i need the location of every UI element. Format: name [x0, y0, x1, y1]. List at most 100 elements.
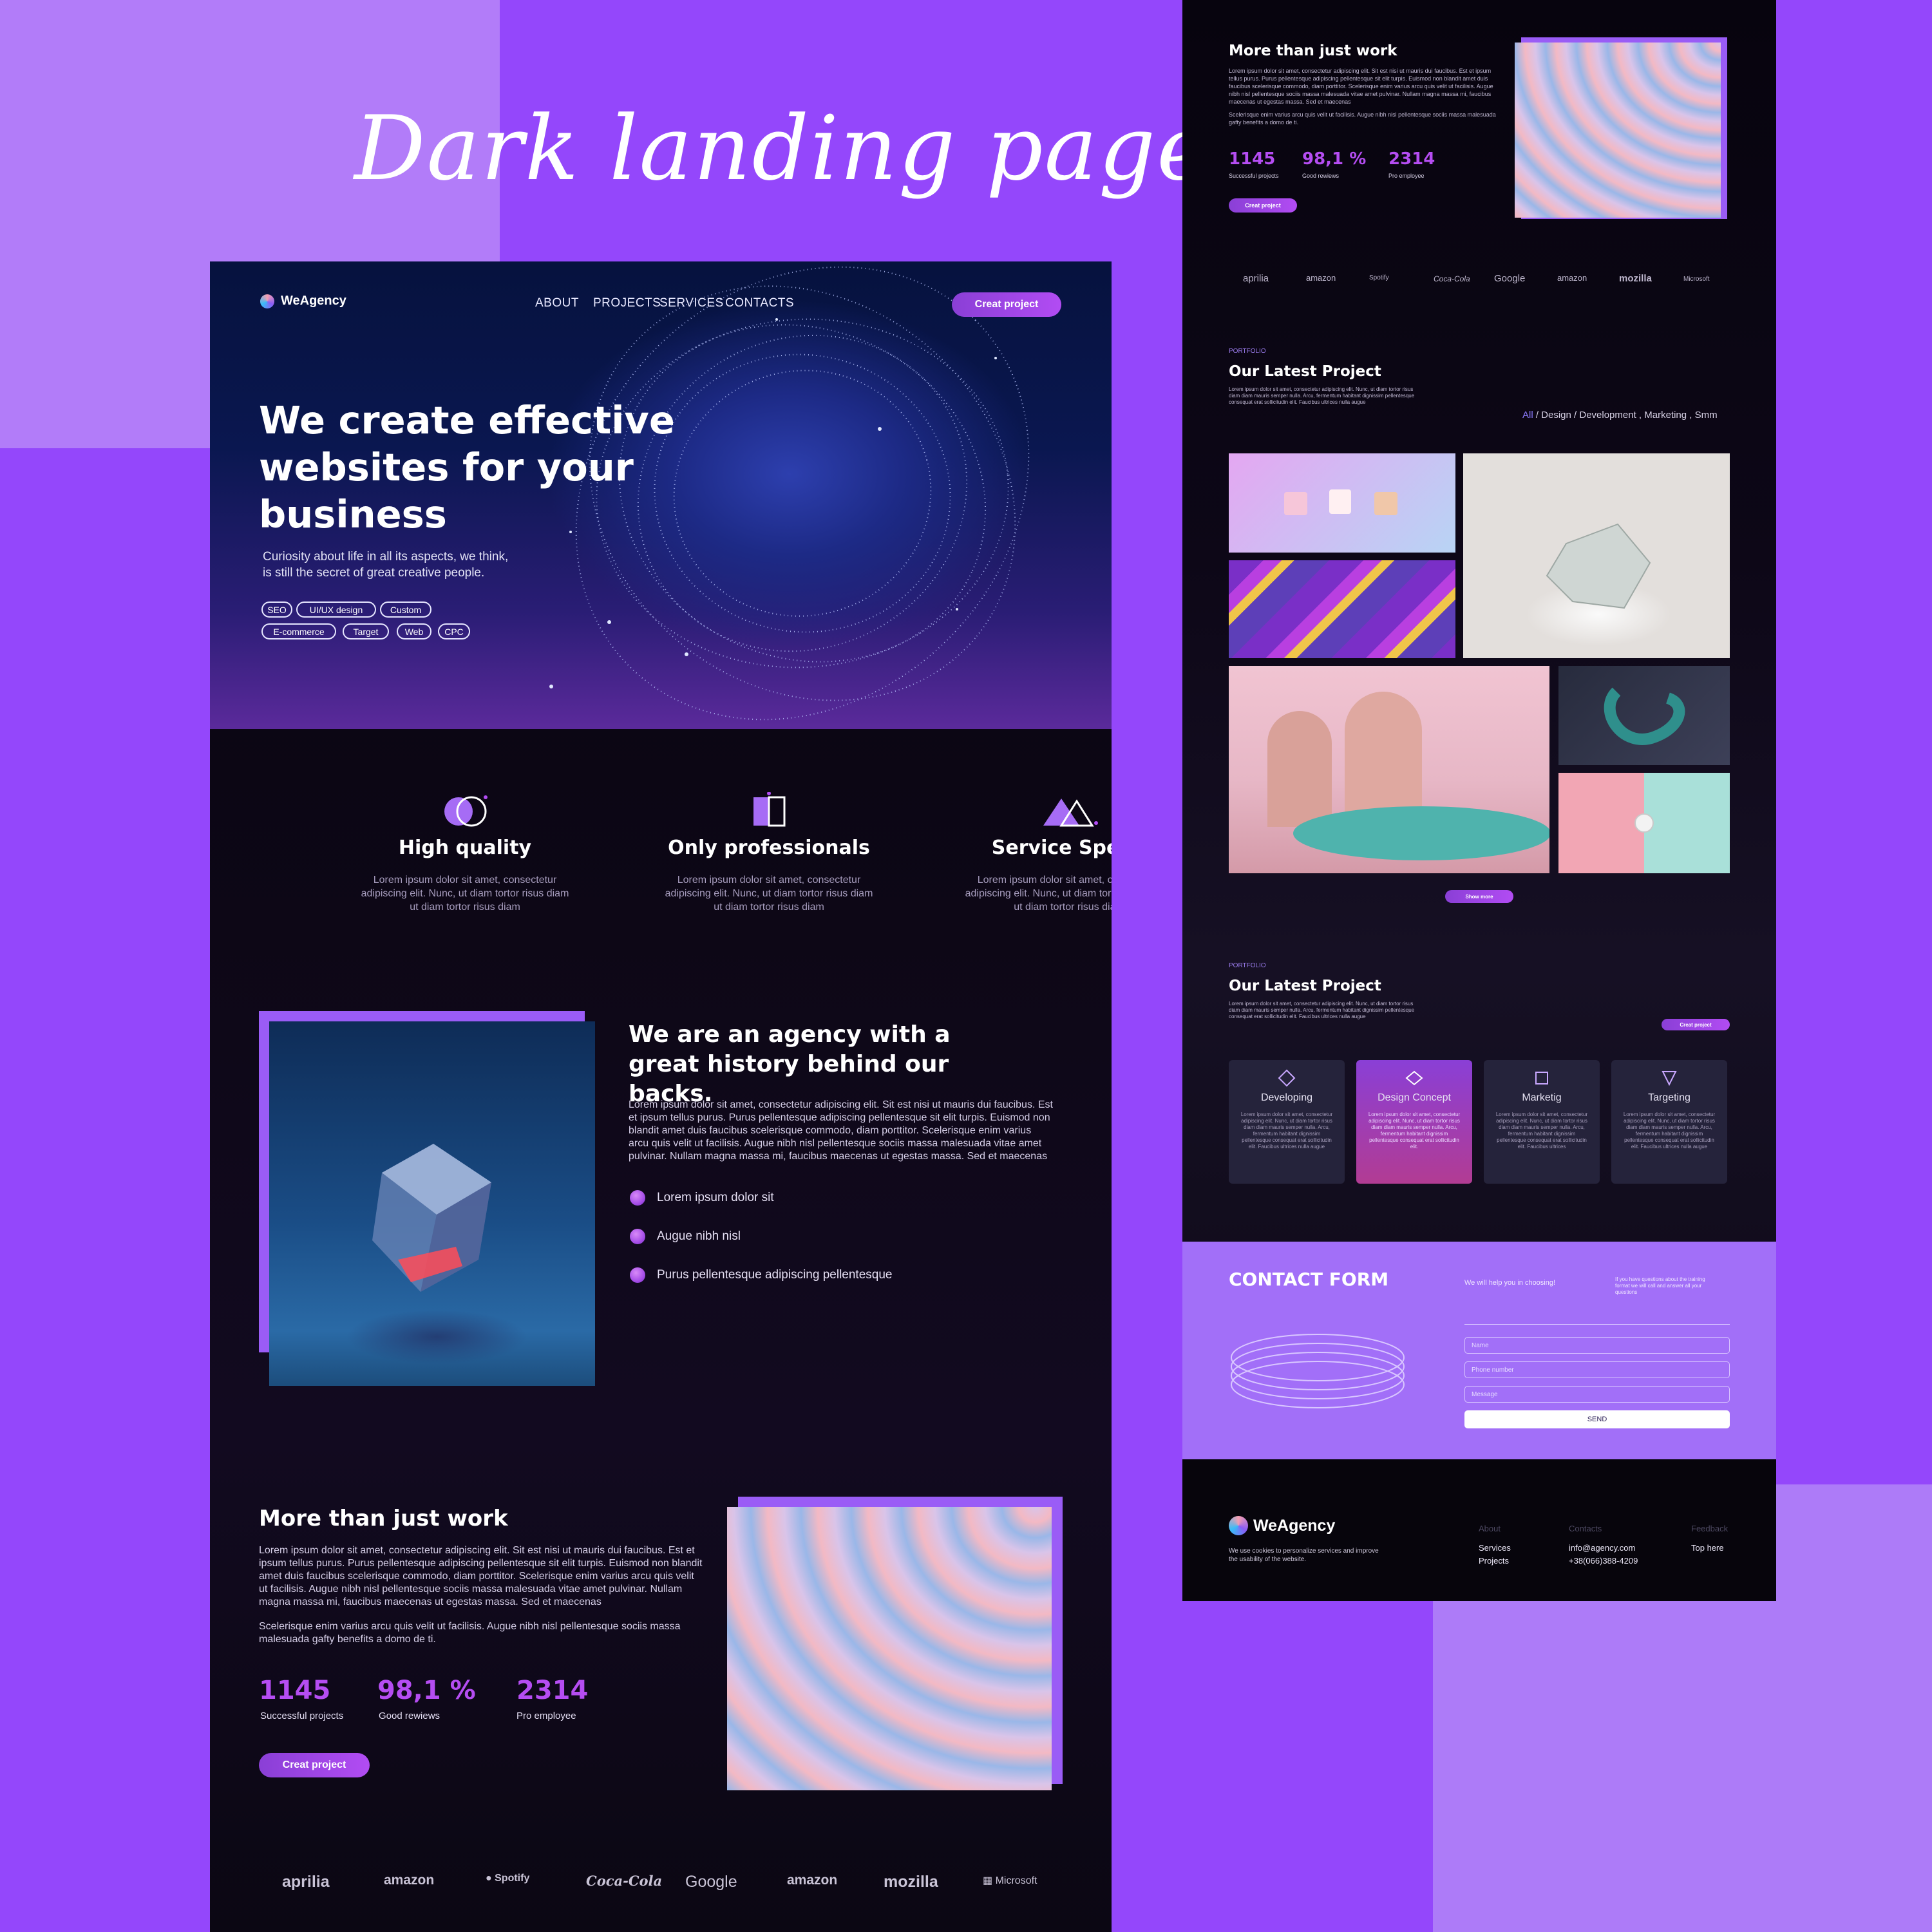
brand-name: WeAgency	[281, 294, 346, 308]
footer-email[interactable]: info@agency.com	[1569, 1543, 1635, 1553]
service-title: Design Concept	[1378, 1092, 1451, 1103]
professionals-icon	[753, 791, 786, 827]
showcase-title: Dark landing page	[354, 97, 1211, 200]
microsoft-icon: ▦	[983, 1875, 993, 1886]
bullet-text: Purus pellentesque adipiscing pellentesq…	[657, 1268, 893, 1282]
cubes-graphic	[1284, 489, 1397, 515]
stat-label: Pro employee	[516, 1710, 576, 1721]
stat-value: 2314	[516, 1676, 589, 1705]
stat-value: 1145	[259, 1676, 331, 1705]
hero-title: We create effective websites for your bu…	[259, 397, 710, 538]
portfolio-title: Our Latest Project	[1229, 363, 1381, 380]
tag-ecommerce[interactable]: E-commerce	[261, 623, 336, 639]
footer-phone[interactable]: +38(066)388-4209	[1569, 1556, 1638, 1566]
contact-title: CONTACT FORM	[1229, 1269, 1389, 1290]
tag-target[interactable]: Target	[343, 623, 389, 639]
footer-brand-name: WeAgency	[1253, 1516, 1336, 1535]
spotify-icon: ●	[486, 1873, 492, 1884]
show-more-button[interactable]: Show more	[1445, 890, 1513, 903]
contact-phone-input[interactable]: Phone number	[1464, 1361, 1730, 1378]
about-cube-image	[269, 1021, 595, 1386]
brand-cocacola: Coca-Cola	[586, 1873, 663, 1889]
stat-label: Successful projects	[260, 1710, 344, 1721]
portfolio-tile-clock[interactable]	[1558, 773, 1730, 873]
feature-text: Lorem ipsum dolor sit amet, consectetur …	[665, 875, 873, 913]
square-icon	[1535, 1072, 1548, 1084]
service-card-targeting[interactable]: Targeting Lorem ipsum dolor sit amet, co…	[1611, 1060, 1727, 1184]
portfolio-filters: All / Design / Development , Marketing ,…	[1522, 410, 1718, 421]
more-swirl-image	[727, 1507, 1052, 1790]
right-more-paragraph: Scelerisque enim varius arcu quis velit …	[1229, 111, 1496, 126]
nav-services[interactable]: SERVICES	[659, 296, 725, 310]
more-body: Lorem ipsum dolor sit amet, consectetur …	[259, 1544, 703, 1646]
hero-title-line: business	[259, 492, 447, 536]
filter-all[interactable]: All	[1522, 410, 1533, 421]
ring-graphic	[1604, 687, 1685, 745]
brand-mozilla: mozilla	[884, 1873, 938, 1891]
footer-logo[interactable]: WeAgency	[1229, 1516, 1335, 1535]
tag-seo[interactable]: SEO	[261, 601, 292, 618]
portfolio-tile-ring[interactable]	[1558, 666, 1730, 765]
footer-link-projects[interactable]: Projects	[1479, 1556, 1509, 1566]
contact-send-button[interactable]: SEND	[1464, 1410, 1730, 1428]
contact-help-text: We will help you in choosing!	[1464, 1279, 1556, 1287]
right-stat-value: 1145	[1229, 149, 1276, 169]
nav-about[interactable]: ABOUT	[535, 296, 593, 310]
portfolio-tile-cubes[interactable]	[1229, 453, 1455, 553]
footer: WeAgency We use cookies to personalize s…	[1182, 1459, 1776, 1601]
right-more-paragraph: Lorem ipsum dolor sit amet, consectetur …	[1229, 68, 1493, 105]
footer-col-head: Feedback	[1691, 1524, 1728, 1533]
contact-name-input[interactable]: Name	[1464, 1337, 1730, 1354]
tag-cpc[interactable]: CPC	[438, 623, 470, 639]
brand-logo[interactable]: WeAgency	[260, 294, 346, 308]
feature-professionals: Only professionals Lorem ipsum dolor sit…	[659, 791, 878, 914]
footer-col-head: About	[1479, 1524, 1501, 1533]
service-title: Developing	[1260, 1092, 1313, 1103]
logo-icon	[1229, 1516, 1248, 1535]
service-card-marketing[interactable]: Marketig Lorem ipsum dolor sit amet, con…	[1484, 1060, 1600, 1184]
more-create-project-button[interactable]: Creat project	[259, 1753, 370, 1777]
logo-icon	[260, 294, 274, 308]
pool-scene-graphic	[1267, 692, 1549, 860]
tag-uiux[interactable]: UI/UX design	[296, 601, 376, 618]
bullet-text: Lorem ipsum dolor sit	[657, 1191, 774, 1204]
nav-projects[interactable]: PROJECTS	[593, 296, 661, 310]
filter-categories[interactable]: / Design / Development , Marketing , Smm	[1533, 410, 1718, 421]
contact-section: CONTACT FORM We will help you in choosin…	[1182, 1242, 1776, 1459]
contact-message-input[interactable]: Message	[1464, 1386, 1730, 1403]
right-create-project-button[interactable]: Creat project	[1229, 198, 1297, 213]
portfolio-tile-stripes[interactable]	[1229, 560, 1455, 658]
nav-create-project-button[interactable]: Creat project	[952, 292, 1061, 317]
portfolio-label: PORTFOLIO	[1229, 348, 1266, 355]
right-brand: Google	[1494, 273, 1526, 284]
feature-title: High quality	[398, 837, 532, 859]
tag-web[interactable]: Web	[397, 623, 431, 639]
footer-link-services[interactable]: Services	[1479, 1543, 1511, 1553]
service-title: Targeting	[1648, 1092, 1690, 1103]
brand-label: Microsoft	[995, 1875, 1037, 1886]
bullet-text: Augue nibh nisl	[657, 1229, 741, 1243]
right-brand: Spotify	[1369, 274, 1389, 281]
landing-page-preview: More than just work Lorem ipsum dolor si…	[1182, 0, 1776, 1601]
right-more-image	[1515, 43, 1721, 218]
tag-custom[interactable]: Custom	[380, 601, 431, 618]
about-title: We are an agency with a great history be…	[629, 1021, 951, 1107]
feature-service-speed: Service Speed Lorem ipsum dolor sit amet…	[960, 792, 1112, 914]
right-brand: amazon	[1306, 273, 1336, 283]
footer-top-link[interactable]: Top here	[1691, 1543, 1724, 1553]
right-stat-value: 2314	[1388, 149, 1435, 169]
bullet-dot-icon	[630, 1190, 645, 1206]
service-card-developing[interactable]: Developing Lorem ipsum dolor sit amet, c…	[1229, 1060, 1345, 1184]
high-quality-icon	[444, 795, 488, 827]
service-card-design-concept[interactable]: Design Concept Lorem ipsum dolor sit ame…	[1356, 1060, 1472, 1184]
clock-icon	[1634, 813, 1654, 833]
service-text: Lorem ipsum dolor sit amet, consectetur …	[1495, 1112, 1588, 1150]
nav-contacts[interactable]: CONTACTS	[725, 296, 794, 310]
about-bullet: Lorem ipsum dolor sit	[630, 1190, 774, 1206]
services-create-project-button[interactable]: Creat project	[1662, 1019, 1730, 1030]
services-title: Our Latest Project	[1229, 978, 1381, 994]
portfolio-tile-pool[interactable]	[1229, 666, 1549, 873]
about-bullet: Purus pellentesque adipiscing pellentesq…	[630, 1267, 892, 1283]
hero-section: WeAgency ABOUT PROJECTS SERVICES CONTACT…	[210, 261, 1112, 729]
portfolio-tile-glass[interactable]	[1463, 453, 1730, 658]
